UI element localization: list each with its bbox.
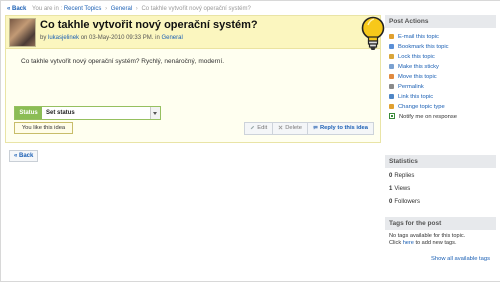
post-action-label: Notify me on response <box>399 114 457 120</box>
post-action-bookmark[interactable]: Bookmark this topic <box>385 42 496 52</box>
followers-count: 0 <box>389 199 393 205</box>
tags-empty-message: No tags available for this topic. Click … <box>385 230 496 247</box>
tags-panel: Tags for the post No tags available for … <box>385 217 496 262</box>
followers-label: Followers <box>394 199 421 205</box>
replies-label: Replies <box>394 173 415 179</box>
breadcrumb-prefix: You are in : <box>32 6 63 12</box>
lock-icon <box>389 53 394 59</box>
byline-date: on 03-May-2010 09:33 PM. <box>80 35 154 41</box>
stat-replies: 0 Replies <box>385 170 496 183</box>
post-action-label: E-mail this topic <box>398 34 439 40</box>
post-action-label: Bookmark this topic <box>398 44 449 50</box>
delete-button[interactable]: Delete <box>272 122 308 135</box>
tags-line1: No tags available for this topic. <box>389 233 466 239</box>
move-icon <box>389 73 394 79</box>
tags-title: Tags for the post <box>385 217 496 230</box>
reply-icon <box>313 125 318 130</box>
delete-label: Delete <box>285 125 302 131</box>
post-action-label: Link this topic <box>398 94 434 100</box>
stat-followers: 0 Followers <box>385 196 496 209</box>
post-action-link[interactable]: Link this topic <box>385 92 496 102</box>
edit-label: Edit <box>257 125 268 131</box>
edit-icon <box>251 125 255 130</box>
category-link[interactable]: General <box>161 35 182 41</box>
post-action-email[interactable]: E-mail this topic <box>385 32 496 42</box>
post-action-label: Move this topic <box>398 74 437 80</box>
post-actions-list: E-mail this topic Bookmark this topic Lock… <box>385 28 496 122</box>
chevron-down-icon[interactable] <box>150 107 160 119</box>
byline-by: by <box>40 35 47 41</box>
post-action-checkbox[interactable]: Notify me on response <box>385 112 496 122</box>
post-action-label: Change topic type <box>398 104 445 110</box>
breadcrumb-current: Co takhle vytvořit nový operační systém? <box>141 6 251 12</box>
avatar[interactable] <box>9 18 36 47</box>
post-action-label: Permalink <box>398 84 424 90</box>
post-action-label: Make this sticky <box>398 64 439 70</box>
breadcrumb-separator: › <box>105 6 108 12</box>
post-action-change-type[interactable]: Change topic type <box>385 102 496 112</box>
topic-byline: by lukasjelinek on 03-May-2010 09:33 PM.… <box>40 35 183 41</box>
post-actions-title: Post Actions <box>385 15 496 28</box>
idea-bulb-icon <box>361 16 385 50</box>
topic-header: Co takhle vytvořit nový operační systém?… <box>6 16 380 49</box>
like-status: You like this idea <box>14 122 73 134</box>
topic-post: Co takhle vytvořit nový operační systém?… <box>5 15 385 143</box>
bookmark-icon <box>389 43 394 49</box>
post-action-pin[interactable]: Make this sticky <box>385 62 496 72</box>
replies-count: 0 <box>389 173 393 179</box>
tags-click: Click <box>389 240 402 246</box>
show-all-tags-link[interactable]: Show all available tags <box>385 247 496 262</box>
reply-label: Reply to this idea <box>320 125 368 131</box>
back-button[interactable]: « Back <box>9 150 39 162</box>
statistics-list: 0 Replies 1 Views 0 Followers <box>385 168 496 209</box>
reply-button[interactable]: Reply to this idea <box>307 122 374 135</box>
edit-button[interactable]: Edit <box>244 122 274 135</box>
page-title: Co takhle vytvořit nový operační systém? <box>40 19 258 31</box>
breadcrumb-general[interactable]: General <box>111 6 132 12</box>
permalink-icon <box>389 83 394 89</box>
post-action-permalink[interactable]: Permalink <box>385 82 496 92</box>
back-arrow-icon: « <box>14 153 18 159</box>
views-count: 1 <box>389 186 393 192</box>
change-type-icon <box>389 103 394 109</box>
breadcrumb-separator: › <box>135 6 138 12</box>
views-label: Views <box>394 186 411 192</box>
post-action-buttons: Edit Delete Reply to this idea <box>244 122 374 135</box>
email-icon <box>389 33 394 39</box>
topic-body: Co takhle vytvořit nový operační systém?… <box>21 58 225 65</box>
statistics-panel: Statistics 0 Replies 1 Views 0 Followers <box>385 155 496 209</box>
delete-icon <box>278 125 283 130</box>
post-action-label: Lock this topic <box>398 54 435 60</box>
add-tags-link[interactable]: here <box>403 240 414 246</box>
byline-in: in <box>155 35 160 41</box>
breadcrumb-back-link[interactable]: « Back <box>7 6 26 12</box>
tags-line2: Click here to add new tags. <box>389 240 496 247</box>
tags-line2-rest: to add new tags. <box>415 240 457 246</box>
checkbox-icon <box>389 113 395 120</box>
post-action-move[interactable]: Move this topic <box>385 72 496 82</box>
status-value[interactable]: Set status <box>46 107 75 119</box>
stat-views: 1 Views <box>385 183 496 196</box>
author-link[interactable]: lukasjelinek <box>48 35 79 41</box>
post-actions-panel: Post Actions E-mail this topic Bookmark t… <box>385 15 496 122</box>
status-label: Status <box>15 107 42 119</box>
link-icon <box>389 93 394 99</box>
statistics-title: Statistics <box>385 155 496 168</box>
breadcrumb-recent-topics[interactable]: Recent Topics <box>64 6 102 12</box>
breadcrumb: « Back You are in : Recent Topics › Gene… <box>7 4 251 14</box>
status-select[interactable]: Status Set status <box>14 106 161 120</box>
back-button-label: Back <box>19 153 34 159</box>
pin-icon <box>389 63 394 69</box>
post-action-lock[interactable]: Lock this topic <box>385 52 496 62</box>
